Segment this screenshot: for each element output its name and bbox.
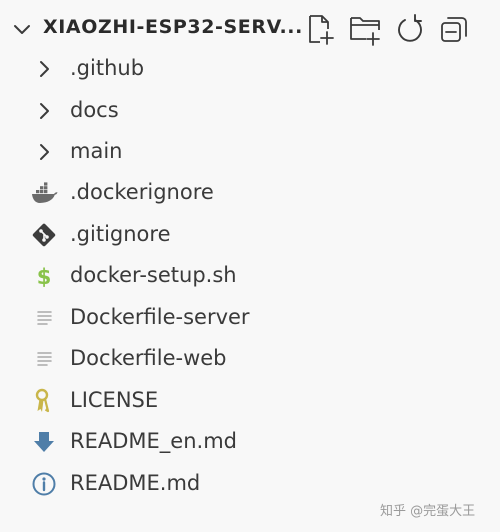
license-key-icon [30,387,58,415]
shell-dollar-icon: $ [30,262,58,290]
refresh-icon [398,14,422,42]
info-icon [30,470,58,498]
tree-item-dockerignore[interactable]: .dockerignore [0,172,500,213]
svg-text:$: $ [37,265,52,289]
new-folder-button[interactable] [348,12,382,46]
tree-item-label: LICENSE [70,388,159,412]
git-icon [30,221,58,249]
tree-item-label: .dockerignore [70,180,214,204]
tree-item-gitignore[interactable]: .gitignore [0,214,500,255]
chevron-right-icon [30,97,58,125]
new-file-button[interactable] [303,12,337,46]
watermark-text: 知乎 @完蛋大王 [380,504,476,519]
chevron-right-icon [30,55,58,83]
chevron-right-icon [30,138,58,166]
tree-item-readme[interactable]: README.md [0,463,500,504]
explorer-title[interactable]: XIAOZHI-ESP32-SERV... [43,16,303,38]
download-arrow-icon [30,428,58,456]
tree-item-label: README_en.md [70,429,237,453]
tree-item-github[interactable]: .github [0,48,500,89]
tree-item-label: main [70,139,123,163]
tree-item-docker-setup[interactable]: $ docker-setup.sh [0,255,500,296]
tree-item-label: docs [70,98,119,122]
tree-item-license[interactable]: LICENSE [0,380,500,421]
tree-item-dockerfile-web[interactable]: Dockerfile-web [0,338,500,379]
tree-item-readme-en[interactable]: README_en.md [0,421,500,462]
docker-icon [30,179,58,207]
tree-item-dockerfile-server[interactable]: Dockerfile-server [0,297,500,338]
chevron-down-icon[interactable] [10,18,34,42]
text-lines-icon [30,345,58,373]
tree-item-docs[interactable]: docs [0,90,500,131]
refresh-button[interactable] [393,12,427,46]
collapse-all-icon [441,17,467,42]
collapse-all-button[interactable] [437,12,471,46]
new-file-icon [309,15,334,45]
tree-item-label: Dockerfile-web [70,346,227,370]
tree-item-label: Dockerfile-server [70,305,250,329]
tree-item-label: .github [70,56,145,80]
text-lines-icon [30,304,58,332]
tree-item-label: docker-setup.sh [70,263,237,287]
new-folder-icon [350,17,380,46]
file-explorer: XIAOZHI-ESP32-SERV... .github docs main … [0,0,500,532]
tree-item-label: .gitignore [70,222,171,246]
tree-item-label: README.md [70,471,201,495]
tree-item-main[interactable]: main [0,131,500,172]
